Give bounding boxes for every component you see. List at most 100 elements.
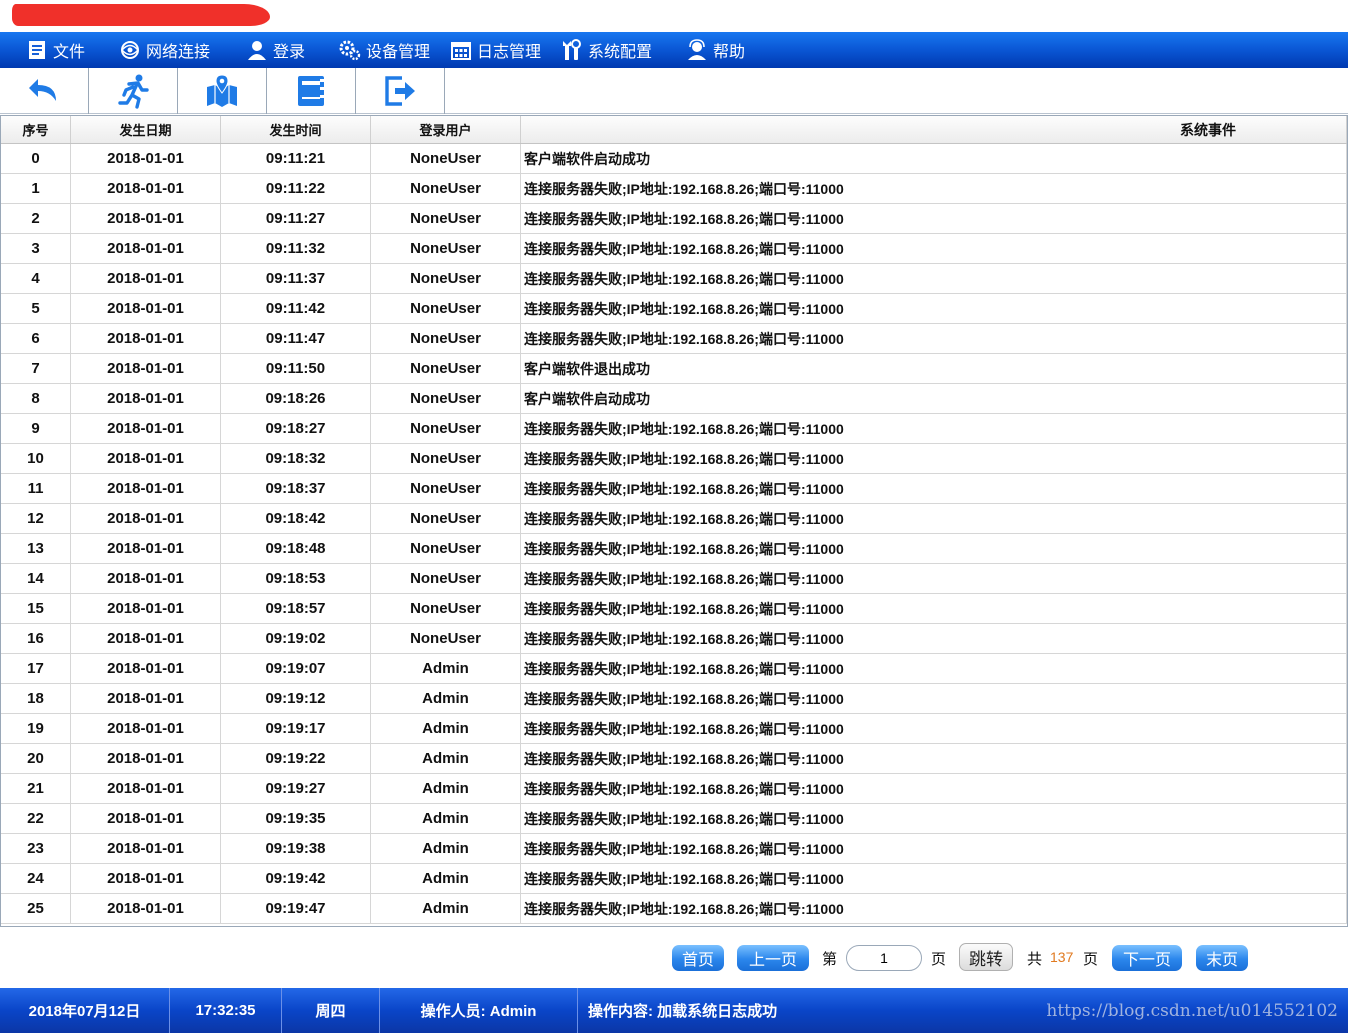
user-icon [248,41,266,60]
run-button[interactable] [89,68,178,114]
table-row[interactable]: 25 2018-01-01 09:19:47 Admin 连接服务器失败;IP地址:19… [1,894,1347,924]
header-user[interactable]: 登录用户 [371,116,521,143]
cell-time: 09:19:02 [221,624,371,653]
menu-device[interactable]: 设备管理 [339,32,430,68]
table-row[interactable]: 3 2018-01-01 09:11:32 NoneUser 连接服务器失败;IP地址:… [1,234,1347,264]
table-row[interactable]: 23 2018-01-01 09:19:38 Admin 连接服务器失败;IP地址:19… [1,834,1347,864]
table-row[interactable]: 14 2018-01-01 09:18:53 NoneUser 连接服务器失败;IP地址… [1,564,1347,594]
cell-user: NoneUser [371,564,521,593]
cell-index: 4 [1,264,71,293]
table-row[interactable]: 13 2018-01-01 09:18:48 NoneUser 连接服务器失败;IP地址… [1,534,1347,564]
table-row[interactable]: 1 2018-01-01 09:11:22 NoneUser 连接服务器失败;IP地址:… [1,174,1347,204]
menu-help-label: 帮助 [713,44,746,61]
table-row[interactable]: 12 2018-01-01 09:18:42 NoneUser 连接服务器失败;IP地址… [1,504,1347,534]
table-row[interactable]: 19 2018-01-01 09:19:17 Admin 连接服务器失败;IP地址:19… [1,714,1347,744]
cell-time: 09:11:27 [221,204,371,233]
cell-time: 09:19:22 [221,744,371,773]
header-date[interactable]: 发生日期 [71,116,221,143]
cell-user: NoneUser [371,444,521,473]
page-input[interactable] [846,945,922,971]
cell-time: 09:19:35 [221,804,371,833]
table-row[interactable]: 17 2018-01-01 09:19:07 Admin 连接服务器失败;IP地址:19… [1,654,1347,684]
table-row[interactable]: 18 2018-01-01 09:19:12 Admin 连接服务器失败;IP地址:19… [1,684,1347,714]
header-index[interactable]: 序号 [1,116,71,143]
status-operator: 操作人员: Admin [380,988,578,1033]
logout-button[interactable] [356,68,445,114]
cell-event: 连接服务器失败;IP地址:192.168.8.26;端口号:11000 [521,174,1347,203]
table-row[interactable]: 22 2018-01-01 09:19:35 Admin 连接服务器失败;IP地址:19… [1,804,1347,834]
table-row[interactable]: 0 2018-01-01 09:11:21 NoneUser 客户端软件启动成功 [1,144,1347,174]
support-icon [688,39,706,60]
cell-date: 2018-01-01 [71,774,221,803]
cell-date: 2018-01-01 [71,444,221,473]
notebook-icon [298,76,324,106]
cell-event: 连接服务器失败;IP地址:192.168.8.26;端口号:11000 [521,774,1347,803]
cell-date: 2018-01-01 [71,684,221,713]
table-row[interactable]: 11 2018-01-01 09:18:37 NoneUser 连接服务器失败;IP地址… [1,474,1347,504]
redacted-title [12,4,270,26]
table-row[interactable]: 10 2018-01-01 09:18:32 NoneUser 连接服务器失败;IP地址… [1,444,1347,474]
cell-index: 19 [1,714,71,743]
cell-time: 09:18:57 [221,594,371,623]
next-page-button[interactable]: 下一页 [1112,945,1182,971]
cell-index: 9 [1,414,71,443]
document-icon [29,41,45,59]
pager: 首页 上一页 第 页 跳转 共 137 页 下一页 末页 [0,942,1348,974]
cell-index: 18 [1,684,71,713]
cell-date: 2018-01-01 [71,384,221,413]
table-row[interactable]: 16 2018-01-01 09:19:02 NoneUser 连接服务器失败;IP地址… [1,624,1347,654]
cell-date: 2018-01-01 [71,504,221,533]
table-row[interactable]: 8 2018-01-01 09:18:26 NoneUser 客户端软件启动成功 [1,384,1347,414]
cell-index: 21 [1,774,71,803]
table-row[interactable]: 4 2018-01-01 09:11:37 NoneUser 连接服务器失败;IP地址:… [1,264,1347,294]
prev-page-button[interactable]: 上一页 [737,945,809,971]
calendar-icon [451,42,471,60]
menu-config-label: 系统配置 [588,44,653,61]
cell-index: 16 [1,624,71,653]
menu-login[interactable]: 登录 [246,32,305,68]
cell-event: 连接服务器失败;IP地址:192.168.8.26;端口号:11000 [521,294,1347,323]
cell-user: NoneUser [371,234,521,263]
cell-date: 2018-01-01 [71,714,221,743]
cell-user: NoneUser [371,264,521,293]
cell-index: 24 [1,864,71,893]
cell-time: 09:18:37 [221,474,371,503]
menu-file[interactable]: 文件 [26,32,85,68]
first-page-button[interactable]: 首页 [672,945,724,971]
table-row[interactable]: 7 2018-01-01 09:11:50 NoneUser 客户端软件退出成功 [1,354,1347,384]
table-row[interactable]: 9 2018-01-01 09:18:27 NoneUser 连接服务器失败;IP地址:… [1,414,1347,444]
cell-user: NoneUser [371,534,521,563]
last-page-button[interactable]: 末页 [1196,945,1248,971]
status-weekday: 周四 [282,988,380,1033]
menu-log[interactable]: 日志管理 [450,32,541,68]
title-bar [0,0,1348,32]
table-row[interactable]: 24 2018-01-01 09:19:42 Admin 连接服务器失败;IP地址:19… [1,864,1347,894]
cell-user: NoneUser [371,204,521,233]
cell-user: Admin [371,654,521,683]
table-row[interactable]: 5 2018-01-01 09:11:42 NoneUser 连接服务器失败;IP地址:… [1,294,1347,324]
table-row[interactable]: 2 2018-01-01 09:11:27 NoneUser 连接服务器失败;IP地址:… [1,204,1347,234]
menu-config[interactable]: 系统配置 [561,32,652,68]
cell-time: 09:18:32 [221,444,371,473]
cell-user: Admin [371,894,521,923]
table-row[interactable]: 21 2018-01-01 09:19:27 Admin 连接服务器失败;IP地址:19… [1,774,1347,804]
table-row[interactable]: 20 2018-01-01 09:19:22 Admin 连接服务器失败;IP地址:19… [1,744,1347,774]
cell-index: 23 [1,834,71,863]
map-pin-icon [207,74,237,107]
menu-network[interactable]: 网络连接 [119,32,210,68]
cell-event: 连接服务器失败;IP地址:192.168.8.26;端口号:11000 [521,504,1347,533]
table-row[interactable]: 15 2018-01-01 09:18:57 NoneUser 连接服务器失败;IP地址… [1,594,1347,624]
header-time[interactable]: 发生时间 [221,116,371,143]
cell-time: 09:11:47 [221,324,371,353]
header-event[interactable]: 系统事件 [521,116,1347,143]
jump-button[interactable]: 跳转 [959,943,1013,971]
cell-time: 09:19:07 [221,654,371,683]
back-button[interactable] [0,68,89,114]
notebook-button[interactable] [267,68,356,114]
cell-user: NoneUser [371,354,521,383]
table-row[interactable]: 6 2018-01-01 09:11:47 NoneUser 连接服务器失败;IP地址:… [1,324,1347,354]
menu-help[interactable]: 帮助 [686,32,745,68]
cell-event: 连接服务器失败;IP地址:192.168.8.26;端口号:11000 [521,534,1347,563]
cell-date: 2018-01-01 [71,834,221,863]
map-button[interactable] [178,68,267,114]
